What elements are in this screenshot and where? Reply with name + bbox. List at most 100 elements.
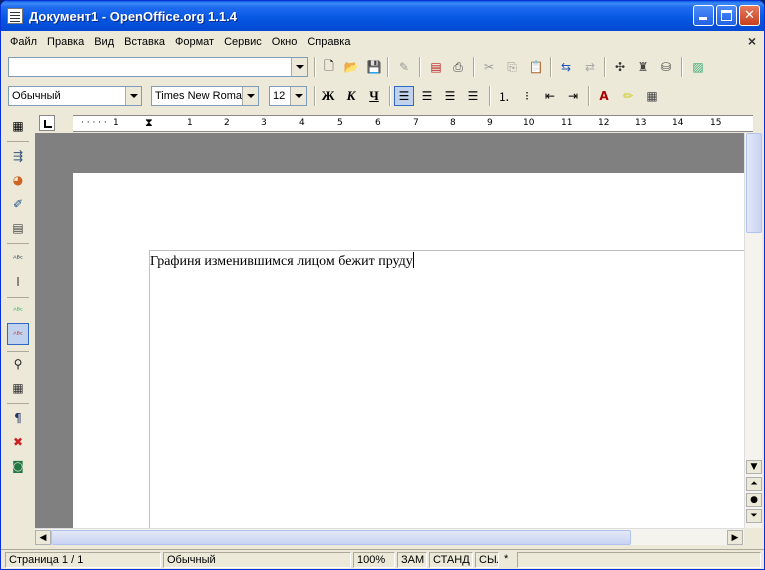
font-name-select[interactable]: Times New Roman — [151, 86, 259, 106]
title-bar[interactable]: Документ1 - OpenOffice.org 1.1.4 ✕ — [1, 1, 764, 31]
font-color-icon[interactable]: A — [595, 87, 613, 105]
minimize-button[interactable] — [693, 5, 714, 26]
italic-button[interactable]: К — [341, 86, 361, 106]
chevron-down-icon[interactable] — [291, 58, 307, 76]
chevron-down-icon[interactable] — [290, 87, 306, 105]
redo-icon[interactable]: ⇄ — [581, 58, 599, 76]
menu-view[interactable]: Вид — [89, 36, 119, 48]
align-center-icon[interactable]: ☰ — [418, 87, 436, 105]
document-text[interactable]: Графиня изменившимся лицом бежит пруду — [150, 252, 414, 270]
open-folder-icon[interactable]: 📂 — [342, 58, 360, 76]
horizontal-scrollbar[interactable]: ◀ ▶ — [35, 528, 744, 545]
chevron-down-icon[interactable] — [242, 87, 258, 105]
insert-fields-icon[interactable]: ⇶ — [9, 147, 27, 165]
online-layout-icon[interactable]: ◙ — [9, 457, 27, 475]
menu-file[interactable]: Файл — [5, 36, 42, 48]
toolbar-separator — [604, 57, 605, 77]
highlight-icon[interactable]: ✏ — [619, 87, 637, 105]
underline-button[interactable]: Ч — [364, 86, 384, 106]
navigation-icon[interactable]: ● — [746, 493, 762, 507]
document-paragraph[interactable]: Графиня изменившимся лицом бежит пруду — [150, 254, 413, 269]
undo-icon[interactable]: ⇆ — [557, 58, 575, 76]
text-cursor — [412, 252, 414, 268]
edit-file-icon[interactable]: ✎ — [395, 58, 413, 76]
vertical-scrollbar[interactable]: ▼ ⏶ ● ⏷ — [744, 133, 762, 528]
align-right-icon[interactable]: ☰ — [441, 87, 459, 105]
align-justify-icon[interactable]: ☰ — [464, 87, 482, 105]
document-close-icon[interactable]: × — [748, 33, 756, 49]
horizontal-scroll-thumb[interactable] — [51, 530, 631, 545]
copy-icon[interactable]: ⎘ — [503, 58, 521, 76]
spellcheck-icon[interactable]: ᴬᴮᶜ — [9, 301, 27, 319]
maximize-button[interactable] — [716, 5, 737, 26]
increase-indent-icon[interactable]: ⇥ — [564, 87, 582, 105]
save-icon[interactable]: 💾 — [365, 58, 383, 76]
insert-table-icon[interactable]: ▦ — [9, 117, 27, 135]
bullets-icon[interactable]: ⁝ — [518, 87, 536, 105]
autotext-icon[interactable]: ᴬᴮᶜ — [9, 249, 27, 267]
autospellcheck-icon[interactable]: ᴬᴮᶜ — [7, 323, 29, 345]
previous-page-icon[interactable]: ⏶ — [746, 477, 762, 491]
status-bar: Страница 1 / 1 Обычный 100% ЗАМ СТАНД СЫ… — [1, 549, 764, 569]
formatting-toolbar: Обычный Times New Roman 12 Ж К Ч ☰ ☰ ☰ ☰… — [1, 82, 764, 110]
menu-help[interactable]: Справка — [302, 36, 355, 48]
scroll-left-icon[interactable]: ◀ — [35, 530, 51, 545]
url-combobox[interactable] — [8, 57, 308, 77]
stylist-icon[interactable]: ♜ — [634, 58, 652, 76]
status-style[interactable]: Обычный — [163, 552, 351, 568]
next-page-icon[interactable]: ⏷ — [746, 509, 762, 523]
status-page[interactable]: Страница 1 / 1 — [5, 552, 161, 568]
menu-insert[interactable]: Вставка — [119, 36, 170, 48]
ruler-number: 8 — [450, 118, 456, 128]
scroll-right-icon[interactable]: ▶ — [727, 530, 743, 545]
status-modified: * — [504, 553, 509, 565]
scroll-down-icon[interactable]: ▼ — [746, 460, 762, 474]
background-color-icon[interactable]: ▦ — [643, 87, 661, 105]
numbering-icon[interactable]: ⒈ — [495, 87, 513, 105]
align-left-icon[interactable]: ☰ — [394, 86, 414, 106]
chevron-down-icon[interactable] — [125, 87, 141, 105]
horizontal-ruler[interactable]: · · · · · 1 ⧗ 1 2 3 4 5 6 7 8 9 10 11 12… — [73, 115, 753, 132]
find-replace-icon[interactable]: ⚲ — [9, 355, 27, 373]
paste-icon[interactable]: 📋 — [527, 58, 545, 76]
cut-icon[interactable]: ✂ — [480, 58, 498, 76]
menu-bar: Файл Правка Вид Вставка Формат Сервис Ок… — [1, 31, 764, 52]
indent-marker-icon[interactable]: ⧗ — [145, 116, 153, 130]
font-size-select[interactable]: 12 — [269, 86, 307, 106]
form-controls-icon[interactable]: ▤ — [9, 219, 27, 237]
insert-object-icon[interactable]: ◕ — [9, 171, 27, 189]
export-pdf-icon[interactable]: ▤ — [427, 58, 445, 76]
text-cursor-icon[interactable]: Ⅰ — [9, 273, 27, 291]
nonprinting-characters-icon[interactable]: ¶ — [9, 409, 27, 427]
data-sources-icon[interactable]: ⛁ — [657, 58, 675, 76]
toolbar-separator — [314, 57, 315, 77]
decrease-indent-icon[interactable]: ⇤ — [541, 87, 559, 105]
menu-format[interactable]: Формат — [170, 36, 219, 48]
menu-edit[interactable]: Правка — [42, 36, 89, 48]
document-view[interactable]: Графиня изменившимся лицом бежит пруду — [35, 133, 744, 528]
tab-stop-selector[interactable] — [39, 115, 55, 131]
menu-tools[interactable]: Сервис — [219, 36, 267, 48]
ruler-number: 1 — [187, 118, 193, 128]
gallery-icon[interactable]: ▨ — [689, 58, 707, 76]
status-hyperlink-mode[interactable]: СЫЛ — [475, 552, 499, 568]
toolbar-separator — [473, 57, 474, 77]
vertical-scroll-thumb[interactable] — [746, 133, 762, 233]
document-page[interactable]: Графиня изменившимся лицом бежит пруду — [73, 173, 744, 528]
status-selection-mode[interactable]: СТАНД — [429, 552, 473, 568]
new-document-icon[interactable]: 🗋 — [320, 58, 338, 76]
graphics-off-icon[interactable]: ✖ — [9, 433, 27, 451]
print-icon[interactable]: ⎙ — [449, 58, 467, 76]
close-button[interactable]: ✕ — [739, 5, 760, 26]
draw-functions-icon[interactable]: ✐ — [9, 195, 27, 213]
navigator-icon[interactable]: ✣ — [611, 58, 629, 76]
status-zoom[interactable]: 100% — [353, 552, 395, 568]
ruler-number: 1 — [113, 118, 119, 128]
window-controls: ✕ — [693, 5, 760, 26]
menu-window[interactable]: Окно — [267, 36, 303, 48]
bold-button[interactable]: Ж — [318, 86, 338, 106]
minimize-icon — [699, 17, 707, 20]
status-insert-mode[interactable]: ЗАМ — [397, 552, 427, 568]
data-sources-icon[interactable]: ▦ — [9, 379, 27, 397]
paragraph-style-select[interactable]: Обычный — [8, 86, 142, 106]
